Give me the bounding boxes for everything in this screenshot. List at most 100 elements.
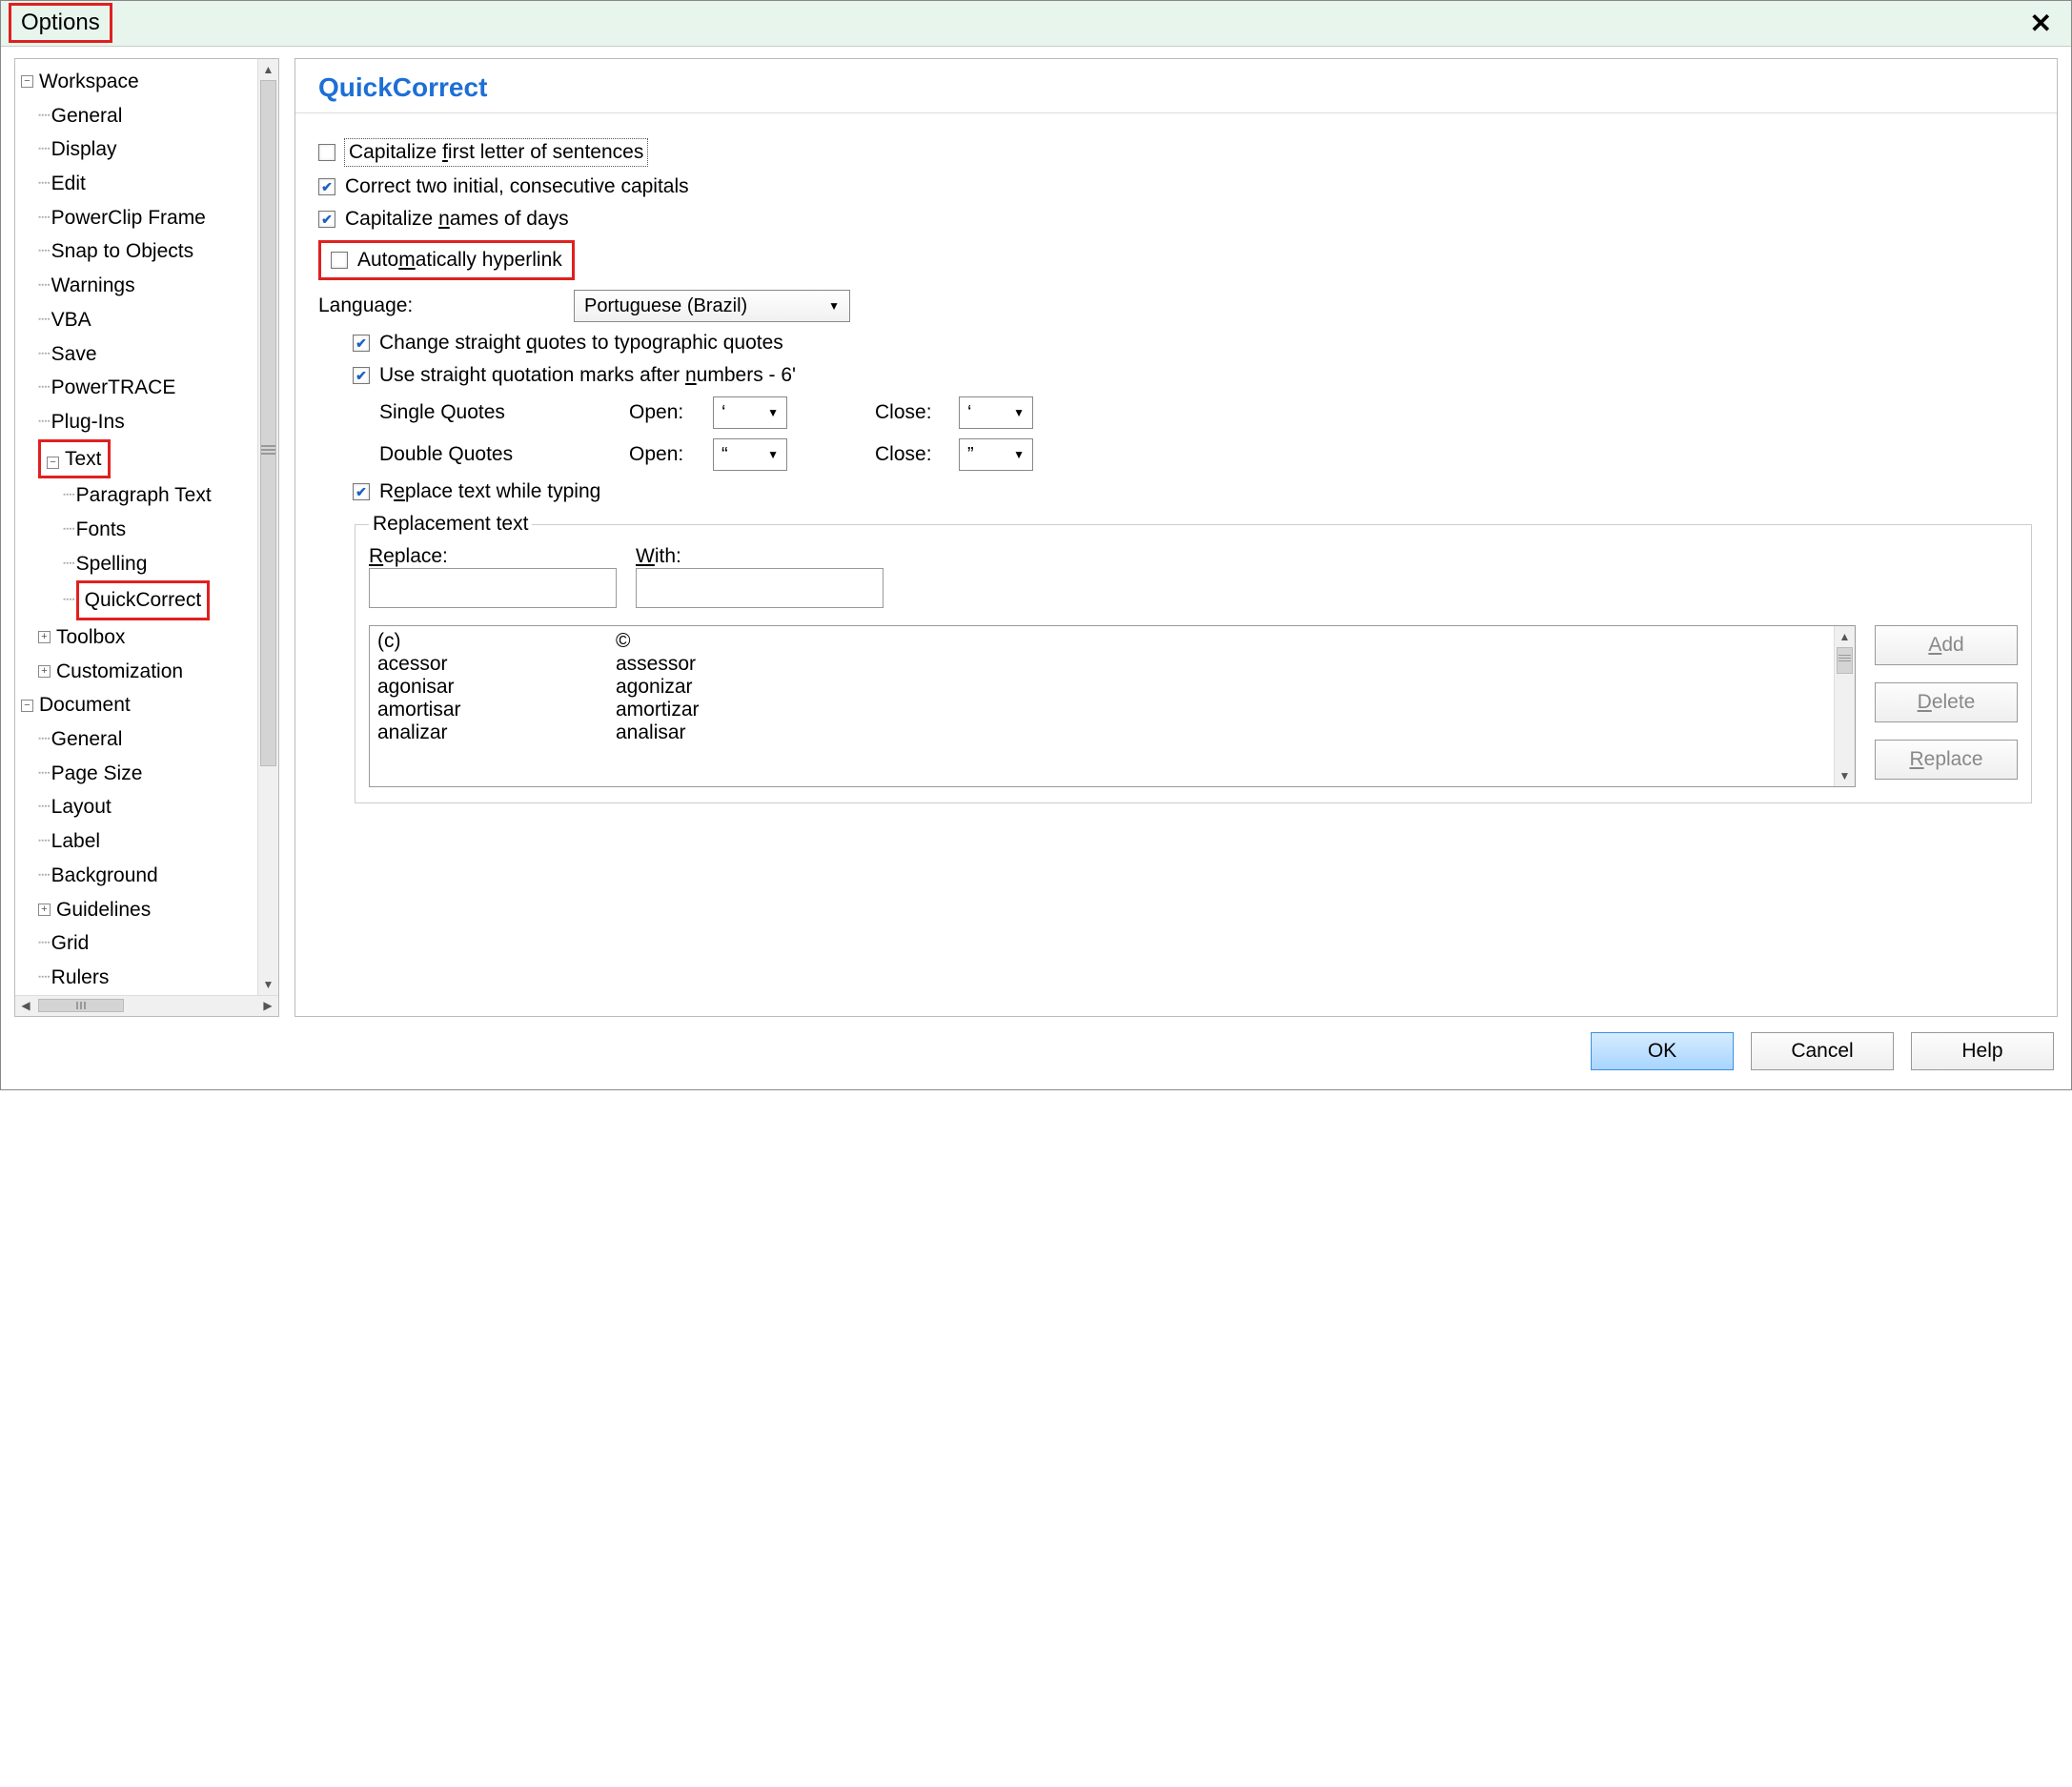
list-scrollbar[interactable]: ▲ ▼ — [1834, 626, 1855, 786]
tree-item-quickcorrect[interactable]: QuickCorrect — [76, 580, 211, 620]
help-button[interactable]: Help — [1911, 1032, 2054, 1070]
caret-down-icon: ▼ — [767, 406, 779, 419]
list-item: amortisaramortizar — [377, 699, 1826, 721]
divider — [295, 112, 2057, 113]
tree-item-document[interactable]: Document — [39, 688, 131, 722]
capitalize-days-checkbox[interactable] — [318, 211, 335, 228]
list-item: analizaranalisar — [377, 721, 1826, 744]
single-quotes-label: Single Quotes — [379, 401, 532, 424]
tree-item[interactable]: Label — [51, 824, 100, 859]
quickcorrect-panel: QuickCorrect Capitalize first letter of … — [295, 58, 2058, 1017]
tree-horizontal-scrollbar[interactable]: ◀ ▶ — [15, 995, 278, 1016]
tree-item[interactable]: VBA — [51, 303, 91, 337]
change-quotes-checkbox[interactable] — [353, 335, 370, 352]
tree-item-workspace[interactable]: Workspace — [39, 65, 139, 99]
tree-item[interactable]: Page Size — [51, 757, 143, 791]
titlebar: Options ✕ — [1, 1, 2071, 47]
scroll-up-icon[interactable]: ▲ — [258, 59, 278, 80]
straight-after-numbers-label: Use straight quotation marks after numbe… — [379, 364, 796, 387]
expand-icon[interactable]: + — [38, 665, 51, 678]
collapse-icon[interactable]: − — [21, 700, 33, 712]
collapse-icon[interactable]: − — [47, 457, 59, 469]
tree-item-customization[interactable]: Customization — [56, 655, 183, 689]
add-button[interactable]: Add — [1875, 625, 2018, 665]
auto-hyperlink-checkbox[interactable] — [331, 252, 348, 269]
scroll-down-icon[interactable]: ▼ — [258, 974, 278, 995]
dialog-title: Options — [9, 3, 112, 43]
tree-item[interactable]: PowerClip Frame — [51, 201, 206, 235]
capitalize-first-checkbox[interactable] — [318, 144, 335, 161]
language-value: Portuguese (Brazil) — [584, 295, 747, 317]
tree-item[interactable]: Snap to Objects — [51, 234, 193, 269]
open-label: Open: — [629, 443, 698, 466]
tree-item[interactable]: Paragraph Text — [76, 478, 212, 513]
single-quote-close-select[interactable]: ‘▼ — [959, 396, 1033, 429]
caret-down-icon: ▼ — [828, 299, 840, 313]
tree-item[interactable]: General — [51, 99, 123, 133]
panel-title: QuickCorrect — [318, 72, 2034, 109]
ok-button[interactable]: OK — [1591, 1032, 1734, 1070]
tree-item[interactable]: Warnings — [51, 269, 135, 303]
replace-label: Replace: — [369, 545, 617, 568]
caret-down-icon: ▼ — [1013, 406, 1025, 419]
list-item: (c)© — [377, 630, 1826, 653]
replace-while-typing-checkbox[interactable] — [353, 483, 370, 500]
double-quotes-label: Double Quotes — [379, 443, 532, 466]
capitalize-days-label: Capitalize names of days — [345, 208, 569, 231]
with-input[interactable] — [636, 568, 884, 608]
single-quote-open-select[interactable]: ‘▼ — [713, 396, 787, 429]
scroll-down-icon[interactable]: ▼ — [1835, 765, 1855, 786]
caret-down-icon: ▼ — [767, 448, 779, 461]
replacement-text-group: Replacement text Replace: With: — [355, 513, 2032, 803]
tree-item[interactable]: Edit — [51, 167, 86, 201]
tree-item[interactable]: Fonts — [76, 513, 127, 547]
double-quote-open-select[interactable]: “▼ — [713, 438, 787, 471]
tree-item[interactable]: Grid — [51, 926, 90, 961]
tree-item[interactable]: Layout — [51, 790, 112, 824]
tree-item-toolbox[interactable]: Toolbox — [56, 620, 125, 655]
tree-vertical-scrollbar[interactable]: ▲ ▼ — [257, 59, 278, 995]
correct-two-caps-label: Correct two initial, consecutive capital… — [345, 175, 689, 198]
caret-down-icon: ▼ — [1013, 448, 1025, 461]
list-item: agonisaragonizar — [377, 676, 1826, 699]
double-quote-close-select[interactable]: ”▼ — [959, 438, 1033, 471]
delete-button[interactable]: Delete — [1875, 682, 2018, 722]
dialog-buttons: OK Cancel Help — [1, 1017, 2071, 1089]
with-label: With: — [636, 545, 884, 568]
capitalize-first-label: Capitalize first letter of sentences — [345, 139, 647, 166]
language-select[interactable]: Portuguese (Brazil) ▼ — [574, 290, 850, 322]
correct-two-caps-checkbox[interactable] — [318, 178, 335, 195]
expand-icon[interactable]: + — [38, 904, 51, 916]
replace-input[interactable] — [369, 568, 617, 608]
tree-item[interactable]: Background — [51, 859, 158, 893]
replacement-legend: Replacement text — [369, 513, 532, 536]
scroll-thumb[interactable] — [260, 80, 276, 766]
tree-item-text[interactable]: Text — [65, 448, 102, 470]
scroll-right-icon[interactable]: ▶ — [257, 999, 278, 1012]
scroll-up-icon[interactable]: ▲ — [1835, 626, 1855, 647]
close-label: Close: — [875, 401, 944, 424]
tree-item-guidelines[interactable]: Guidelines — [56, 893, 151, 927]
replacement-list[interactable]: (c)© acessorassessor agonisaragonizar am… — [369, 625, 1856, 787]
replace-while-typing-label: Replace text while typing — [379, 480, 600, 503]
tree-item[interactable]: Spelling — [76, 547, 148, 581]
tree-item[interactable]: Rulers — [51, 961, 110, 995]
straight-after-numbers-checkbox[interactable] — [353, 367, 370, 384]
category-tree: −Workspace ┈General ┈Display ┈Edit ┈Powe… — [14, 58, 279, 1017]
tree-item[interactable]: General — [51, 722, 123, 757]
scroll-thumb[interactable] — [38, 999, 124, 1012]
replace-button[interactable]: Replace — [1875, 740, 2018, 780]
tree-item[interactable]: PowerTRACE — [51, 371, 176, 405]
expand-icon[interactable]: + — [38, 631, 51, 643]
cancel-button[interactable]: Cancel — [1751, 1032, 1894, 1070]
close-icon[interactable]: ✕ — [2022, 8, 2060, 39]
open-label: Open: — [629, 401, 698, 424]
scroll-left-icon[interactable]: ◀ — [15, 999, 36, 1012]
auto-hyperlink-label: Automatically hyperlink — [357, 249, 562, 272]
collapse-icon[interactable]: − — [21, 75, 33, 88]
tree-item[interactable]: Plug-Ins — [51, 405, 125, 439]
change-quotes-label: Change straight quotes to typographic qu… — [379, 332, 783, 355]
tree-item[interactable]: Display — [51, 132, 117, 167]
list-item: acessorassessor — [377, 653, 1826, 676]
tree-item[interactable]: Save — [51, 337, 97, 372]
